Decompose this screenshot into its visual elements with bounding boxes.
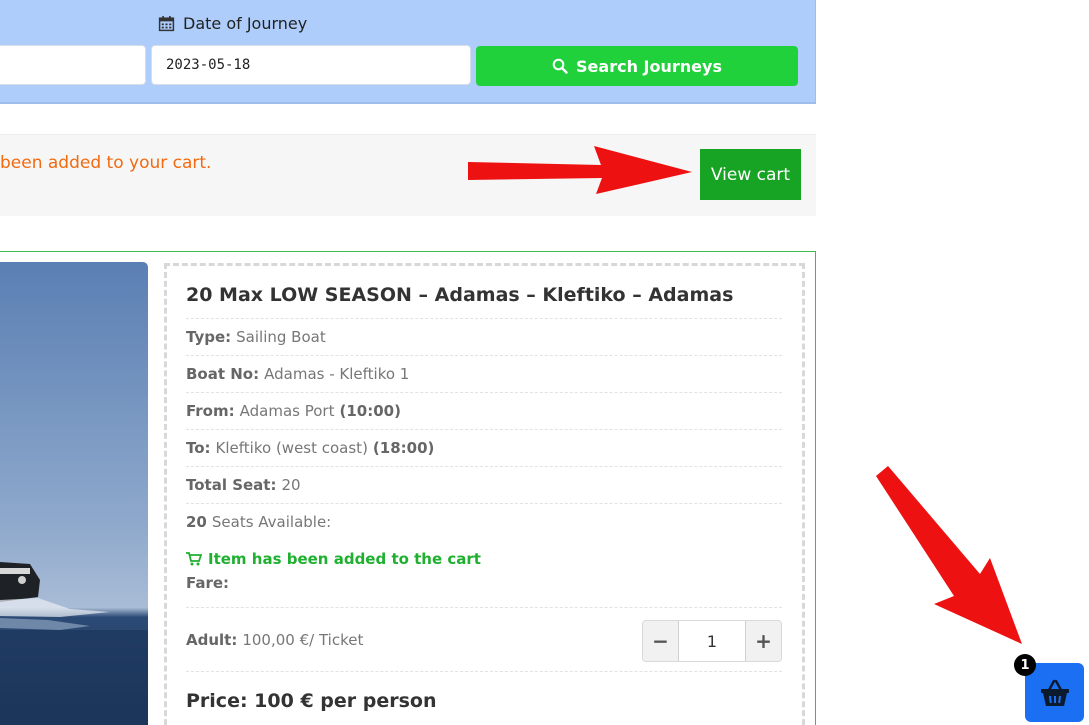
date-input[interactable] [151,45,471,85]
boat-photo [0,262,148,725]
to-row: To: Kleftiko (west coast) (18:00) [186,429,782,466]
total-seat-value: 20 [281,476,301,494]
boat-no-value: Adamas - Kleftiko 1 [264,365,410,383]
cart-notice-message: been added to your cart. [0,153,212,173]
fare-label: Fare: [186,574,230,592]
red-arrow-icon [876,466,1022,644]
cart-icon [186,552,202,566]
search-panel: Date of Journey Search Journeys [0,0,816,104]
from-label: From: [186,402,235,420]
view-cart-button[interactable]: View cart [700,149,801,200]
total-seat-row: Total Seat: 20 [186,466,782,503]
cart-count-badge: 1 [1014,654,1036,676]
added-to-cart-message: Item has been added to the cart [186,550,481,568]
calendar-icon [158,16,175,32]
adult-fare-row: Adult: 100,00 €/ Ticket − + [186,609,782,672]
floating-cart-button[interactable] [1025,663,1084,722]
date-of-journey-label: Date of Journey [158,14,307,33]
fare-row: Fare: [186,574,782,608]
search-button-label: Search Journeys [576,56,722,76]
route-select-field[interactable] [0,45,146,85]
to-label: To: [186,439,211,457]
from-value: Adamas Port [239,402,335,420]
type-row: Type: Sailing Boat [186,318,782,355]
boat-image [0,262,148,725]
adult-label: Adult: [186,631,238,649]
to-time: (18:00) [372,439,435,457]
journey-title: 20 Max LOW SEASON – Adamas – Kleftiko – … [186,284,734,306]
search-journeys-button[interactable]: Search Journeys [476,46,798,86]
type-label: Type: [186,328,232,346]
type-value: Sailing Boat [236,328,326,346]
seats-available-count: 20 [186,513,207,531]
basket-icon [1040,679,1069,706]
added-message-text: Item has been added to the cart [208,550,481,568]
quantity-input[interactable] [678,621,746,661]
seats-available-row: 20 Seats Available: [186,503,782,540]
from-time: (10:00) [339,402,401,420]
date-label-text: Date of Journey [183,14,308,33]
decrease-quantity-button[interactable]: − [643,621,678,661]
from-row: From: Adamas Port (10:00) [186,392,782,429]
total-seat-label: Total Seat: [186,476,277,494]
boat-no-row: Boat No: Adamas - Kleftiko 1 [186,355,782,392]
quantity-stepper: − + [642,620,782,662]
increase-quantity-button[interactable]: + [746,621,781,661]
journey-details: 20 Max LOW SEASON – Adamas – Kleftiko – … [164,263,805,725]
to-value: Kleftiko (west coast) [215,439,368,457]
red-arrow-icon [468,146,692,194]
seats-available-label: Seats Available: [211,513,332,531]
adult-price: 100,00 €/ Ticket [242,631,364,649]
boat-no-label: Boat No: [186,365,260,383]
search-icon [552,58,568,74]
journey-card: 20 Max LOW SEASON – Adamas – Kleftiko – … [0,251,816,725]
price-per-person: Price: 100 € per person [186,690,437,712]
